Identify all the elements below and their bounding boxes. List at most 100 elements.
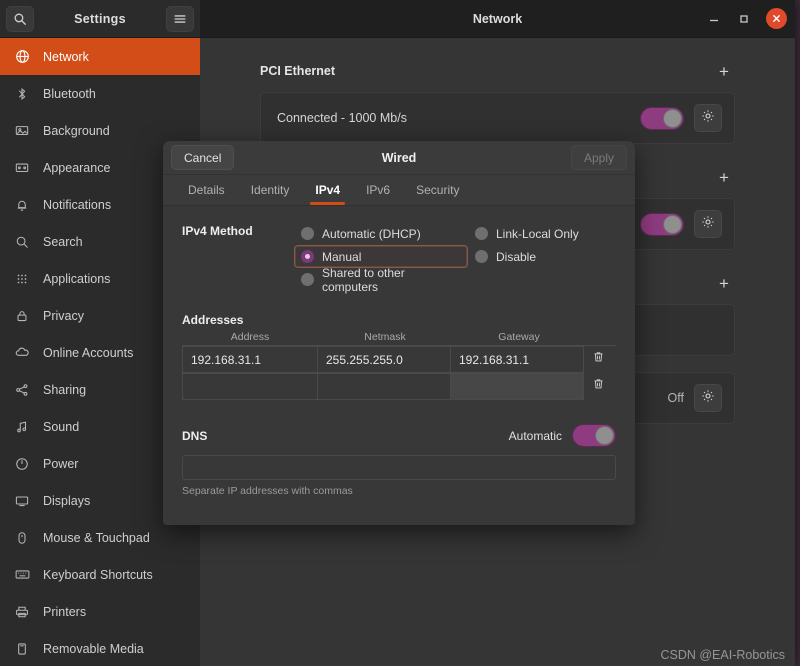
radio-indicator (301, 273, 314, 286)
device-toggle[interactable] (640, 106, 684, 130)
table-row (182, 373, 616, 400)
column-header-address: Address (230, 331, 270, 343)
lock-icon (14, 308, 30, 324)
display-icon (14, 493, 30, 509)
gateway-input-row2[interactable] (450, 373, 584, 400)
sidebar-item-label: Online Accounts (43, 345, 134, 360)
sidebar-item-label: Bluetooth (43, 86, 96, 101)
dns-label: DNS (182, 428, 208, 443)
radio-indicator (475, 250, 488, 263)
tab-ipv6[interactable]: IPv6 (353, 175, 403, 205)
radio-indicator (301, 227, 314, 240)
printer-icon (14, 604, 30, 620)
apply-button[interactable]: Apply (570, 145, 627, 170)
device-controls (640, 104, 722, 132)
sidebar-item-label: Search (43, 234, 83, 249)
sidebar-item-label: Removable Media (43, 641, 144, 656)
delete-address-row1[interactable] (583, 346, 613, 373)
add-connection-button-3[interactable]: + (713, 272, 735, 294)
sidebar-item-removable-media[interactable]: Removable Media (0, 630, 200, 666)
dns-automatic-toggle[interactable] (572, 424, 616, 447)
note-icon (14, 419, 30, 435)
radio-label: Link-Local Only (496, 226, 579, 241)
netmask-input-row2[interactable] (317, 373, 451, 400)
sidebar-item-label: Network (43, 49, 89, 64)
add-connection-button[interactable]: + (713, 60, 735, 82)
radio-shared-to-other-computers[interactable]: Shared to other computers (294, 266, 468, 294)
search-icon (14, 234, 30, 250)
dns-hint-text: Separate IP addresses with commas (182, 485, 353, 497)
tab-details[interactable]: Details (175, 175, 238, 205)
cancel-button[interactable]: Cancel (171, 145, 235, 170)
sidebar-item-network[interactable]: Network (0, 38, 200, 75)
column-header-delete (586, 331, 616, 343)
sidebar-item-label: Appearance (43, 160, 111, 175)
dialog-header: Cancel Wired Apply (163, 141, 635, 175)
radio-link-local-only[interactable]: Link-Local Only (468, 222, 616, 245)
sidebar-item-printers[interactable]: Printers (0, 593, 200, 630)
toggle-knob (663, 214, 682, 234)
settings-window: Settings Network Network Bluetooth Backg… (0, 0, 795, 666)
wired-connection-dialog: Cancel Wired Apply Details Identity IPv4… (163, 141, 635, 525)
device-off-label: Off (667, 391, 684, 405)
radio-indicator (475, 227, 488, 240)
bluetooth-icon (14, 86, 30, 102)
trash-icon (592, 350, 605, 369)
minimize-button[interactable] (706, 11, 722, 27)
addresses-label: Addresses (182, 313, 244, 327)
search-icon (13, 12, 27, 26)
maximize-button[interactable] (736, 11, 752, 27)
toggle-knob (663, 108, 682, 128)
ipv4-method-label: IPv4 Method (182, 224, 253, 238)
netmask-input-row1[interactable]: 255.255.255.0 (317, 346, 451, 373)
sidebar-item-bluetooth[interactable]: Bluetooth (0, 75, 200, 112)
section-header-pci-ethernet: PCI Ethernet + (260, 38, 735, 92)
address-input-row1[interactable]: 192.168.31.1 (182, 346, 318, 373)
power-icon (14, 456, 30, 472)
sidebar-item-label: Keyboard Shortcuts (43, 567, 153, 582)
title-bar: Settings Network (0, 0, 795, 38)
grid-icon (14, 271, 30, 287)
gear-icon (701, 215, 715, 234)
delete-address-row2[interactable] (583, 373, 613, 400)
table-row: 192.168.31.1 255.255.255.0 192.168.31.1 (182, 346, 616, 373)
toggle-knob (595, 426, 614, 445)
settings-app-title: Settings (74, 11, 126, 26)
sidebar-item-label: Sound (43, 419, 80, 434)
address-input-row2[interactable] (182, 373, 318, 400)
radio-indicator-selected (301, 250, 314, 263)
ipv4-method-options: Automatic (DHCP) Link-Local Only Manual … (294, 222, 616, 294)
sidebar-header: Settings (0, 0, 200, 37)
dns-row: DNS Automatic (182, 424, 616, 447)
device-controls: Off (668, 384, 722, 412)
device-card-pci-ethernet: Connected - 1000 Mb/s (260, 92, 735, 144)
device-status-label: Connected - 1000 Mb/s (277, 111, 407, 125)
search-button[interactable] (6, 5, 34, 32)
add-connection-button-2[interactable]: + (713, 166, 735, 188)
device-settings-button[interactable] (694, 384, 722, 412)
appearance-icon (14, 160, 30, 176)
sidebar-item-keyboard-shortcuts[interactable]: Keyboard Shortcuts (0, 556, 200, 593)
radio-label: Manual (322, 249, 362, 264)
window-title-bar: Network (200, 0, 795, 37)
ipv4-method-row: IPv4 Method Automatic (DHCP) Link-Local … (182, 222, 616, 294)
radio-disable[interactable]: Disable (468, 245, 616, 268)
sidebar-item-label: Applications (43, 271, 111, 286)
tab-security[interactable]: Security (403, 175, 472, 205)
radio-label: Automatic (DHCP) (322, 226, 421, 241)
radio-label: Disable (496, 249, 537, 264)
dns-automatic-label: Automatic (508, 428, 562, 443)
tab-ipv4[interactable]: IPv4 (302, 175, 353, 205)
gateway-input-row1[interactable]: 192.168.31.1 (450, 346, 584, 373)
menu-button[interactable] (166, 5, 194, 32)
trash-icon (592, 377, 605, 396)
device-toggle[interactable] (640, 212, 684, 236)
dialog-body: IPv4 Method Automatic (DHCP) Link-Local … (163, 206, 635, 525)
radio-automatic-dhcp[interactable]: Automatic (DHCP) (294, 222, 468, 245)
tab-identity[interactable]: Identity (238, 175, 303, 205)
background-icon (14, 123, 30, 139)
device-settings-button[interactable] (694, 210, 722, 238)
close-button[interactable] (766, 8, 787, 29)
dns-servers-input[interactable] (182, 455, 616, 480)
device-settings-button[interactable] (694, 104, 722, 132)
